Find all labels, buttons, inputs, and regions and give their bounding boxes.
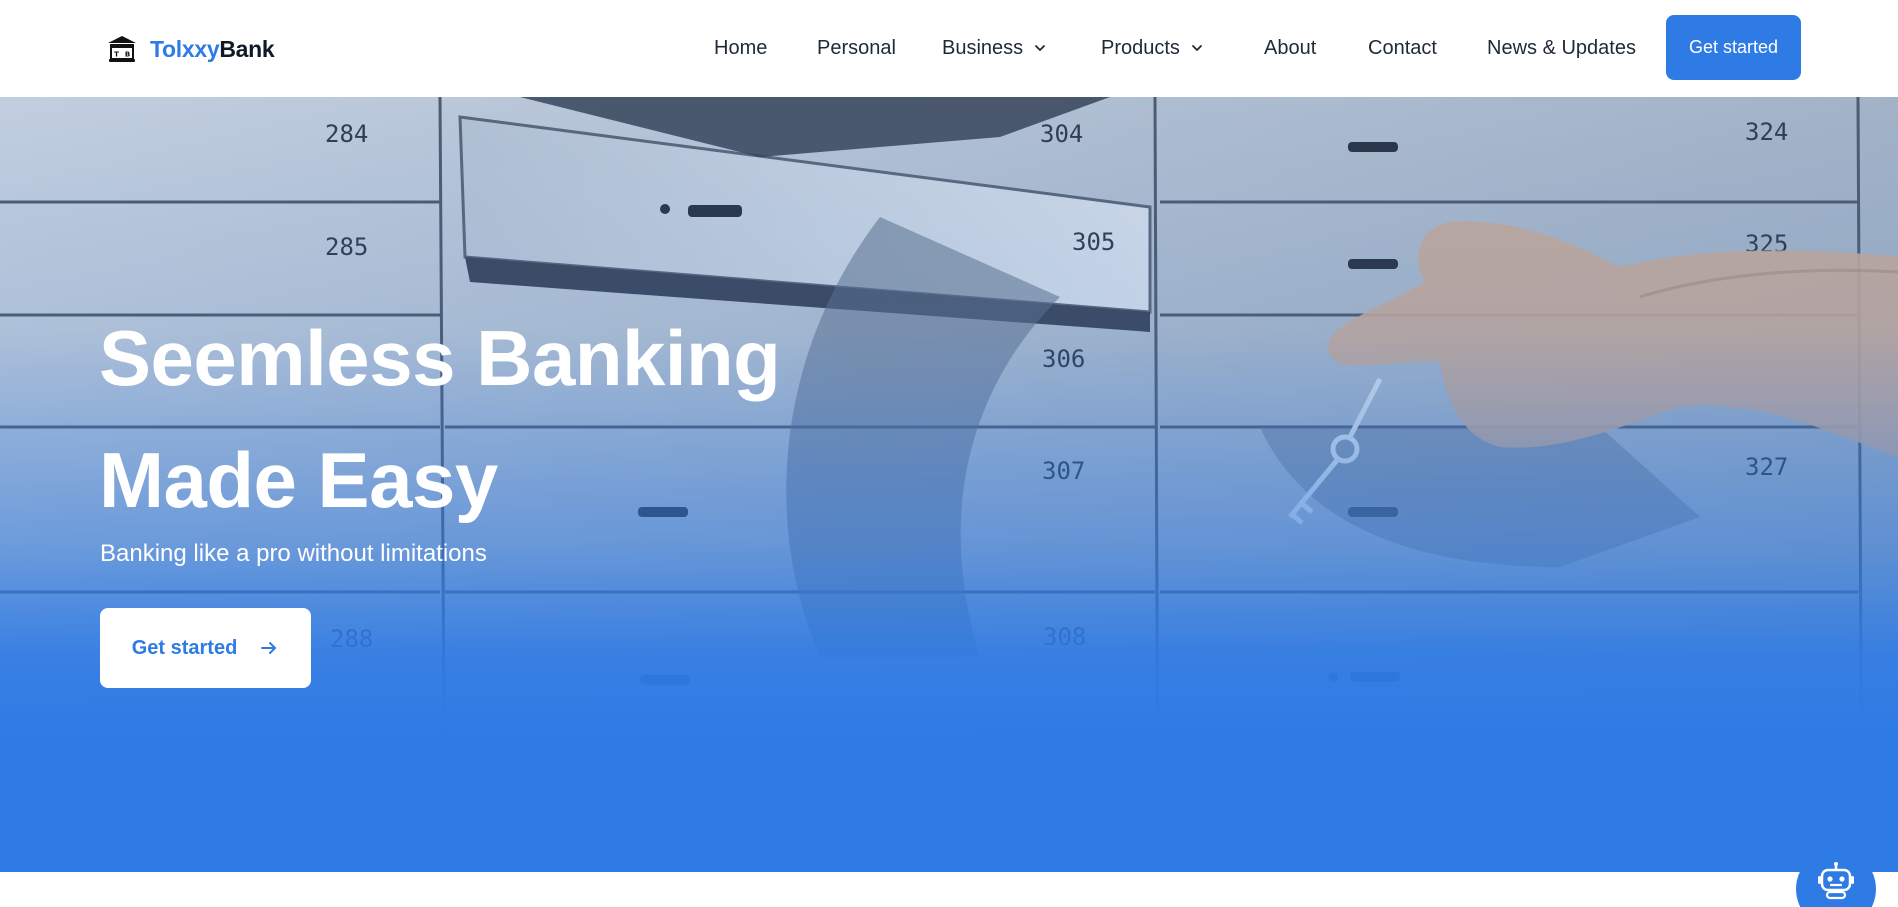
brand-name-accent: Tolxxy bbox=[150, 35, 220, 62]
chevron-down-icon bbox=[1192, 45, 1202, 51]
bank-building-icon: T B bbox=[108, 36, 136, 62]
get-started-hero-button[interactable]: Get started bbox=[100, 608, 311, 688]
hero-cta-label: Get started bbox=[131, 636, 238, 659]
brand-name-rest: Bank bbox=[219, 35, 275, 62]
hero-title-line-1: Seemless Banking bbox=[99, 314, 781, 402]
nav-item-label: Products bbox=[1101, 36, 1180, 59]
next-section-top bbox=[0, 872, 1898, 907]
nav-item-personal[interactable]: Personal bbox=[817, 28, 896, 68]
nav-item-business[interactable]: Business bbox=[942, 28, 1047, 68]
nav-item-home[interactable]: Home bbox=[714, 28, 767, 68]
hero-section: 284 285 288 304 305 306 307 308 324 325 … bbox=[0, 97, 1898, 872]
get-started-header-button[interactable]: Get started bbox=[1666, 15, 1801, 80]
nav-item-products[interactable]: Products bbox=[1101, 28, 1204, 68]
nav-item-label: Business bbox=[942, 36, 1024, 59]
robot-icon bbox=[1818, 862, 1854, 900]
nav-item-label: News & Updates bbox=[1487, 36, 1636, 59]
nav-item-label: Personal bbox=[817, 36, 896, 59]
nav-item-about[interactable]: About bbox=[1264, 28, 1316, 68]
nav-item-label: Home bbox=[714, 36, 768, 59]
brand-name: TolxxyBank bbox=[150, 35, 275, 63]
logo-icon-letter-b: B bbox=[125, 51, 130, 59]
chevron-down-icon bbox=[1035, 45, 1046, 51]
page: T B TolxxyBank Home Personal Business Pr… bbox=[0, 0, 1898, 907]
arrow-right-icon bbox=[261, 642, 277, 654]
nav-item-news-updates[interactable]: News & Updates bbox=[1487, 28, 1636, 68]
logo-icon-letter-t: T bbox=[114, 51, 119, 59]
nav-item-label: Contact bbox=[1368, 36, 1437, 59]
hero-title-line-2: Made Easy bbox=[99, 436, 498, 524]
hero-title: Seemless Banking Made Easy bbox=[99, 297, 999, 541]
brand-logo[interactable]: T B TolxxyBank bbox=[106, 32, 275, 66]
nav-item-contact[interactable]: Contact bbox=[1368, 28, 1437, 68]
hero-subtitle: Banking like a pro without limitations bbox=[100, 540, 487, 567]
site-header: T B TolxxyBank Home Personal Business Pr… bbox=[0, 0, 1898, 97]
nav-item-label: About bbox=[1264, 36, 1317, 59]
